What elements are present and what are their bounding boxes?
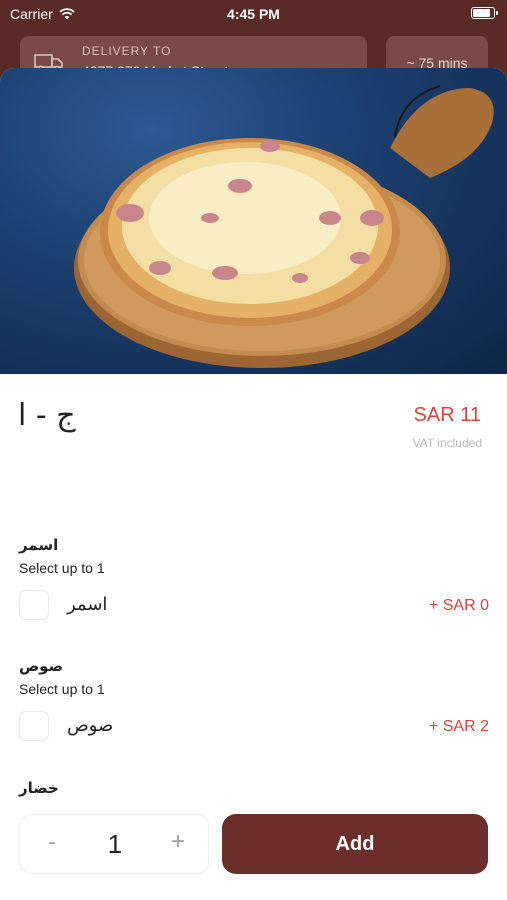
product-price: SAR 11 — [413, 404, 481, 426]
product-sheet: ج - ا SAR 11 VAT included اسمر Select up… — [0, 68, 507, 900]
option-price: + SAR 2 — [428, 718, 489, 735]
delivery-label: DELIVERY TO — [82, 44, 172, 58]
option-row[interactable]: صوص + SAR 2 — [19, 711, 489, 743]
decrement-button[interactable]: - — [38, 829, 66, 859]
battery-icon — [471, 7, 498, 19]
add-to-cart-button[interactable]: Add — [222, 814, 488, 874]
option-group-title: اسمر — [19, 536, 59, 554]
option-row[interactable]: اسمر + SAR 0 — [19, 590, 489, 622]
screen: Carrier 4:45 PM DELIVERY TO 4077 870 Mar… — [0, 0, 507, 900]
option-group-title: خضار — [19, 779, 59, 797]
option-price: + SAR 0 — [428, 597, 489, 614]
status-bar: Carrier 4:45 PM — [0, 0, 507, 28]
quantity-value: 1 — [107, 829, 123, 859]
option-group-subtitle: Select up to 1 — [19, 560, 105, 576]
option-label: اسمر — [67, 594, 108, 615]
vat-note: VAT included — [412, 436, 482, 450]
option-checkbox[interactable] — [19, 590, 49, 620]
status-time: 4:45 PM — [227, 6, 280, 22]
option-group-subtitle: Select up to 1 — [19, 681, 105, 697]
product-title: ج - ا — [18, 398, 76, 433]
option-group-title: صوص — [19, 657, 64, 675]
quantity-stepper: - 1 + — [19, 814, 209, 874]
product-image — [0, 68, 507, 374]
option-checkbox[interactable] — [19, 711, 49, 741]
option-label: صوص — [67, 715, 114, 736]
increment-button[interactable]: + — [164, 828, 192, 858]
